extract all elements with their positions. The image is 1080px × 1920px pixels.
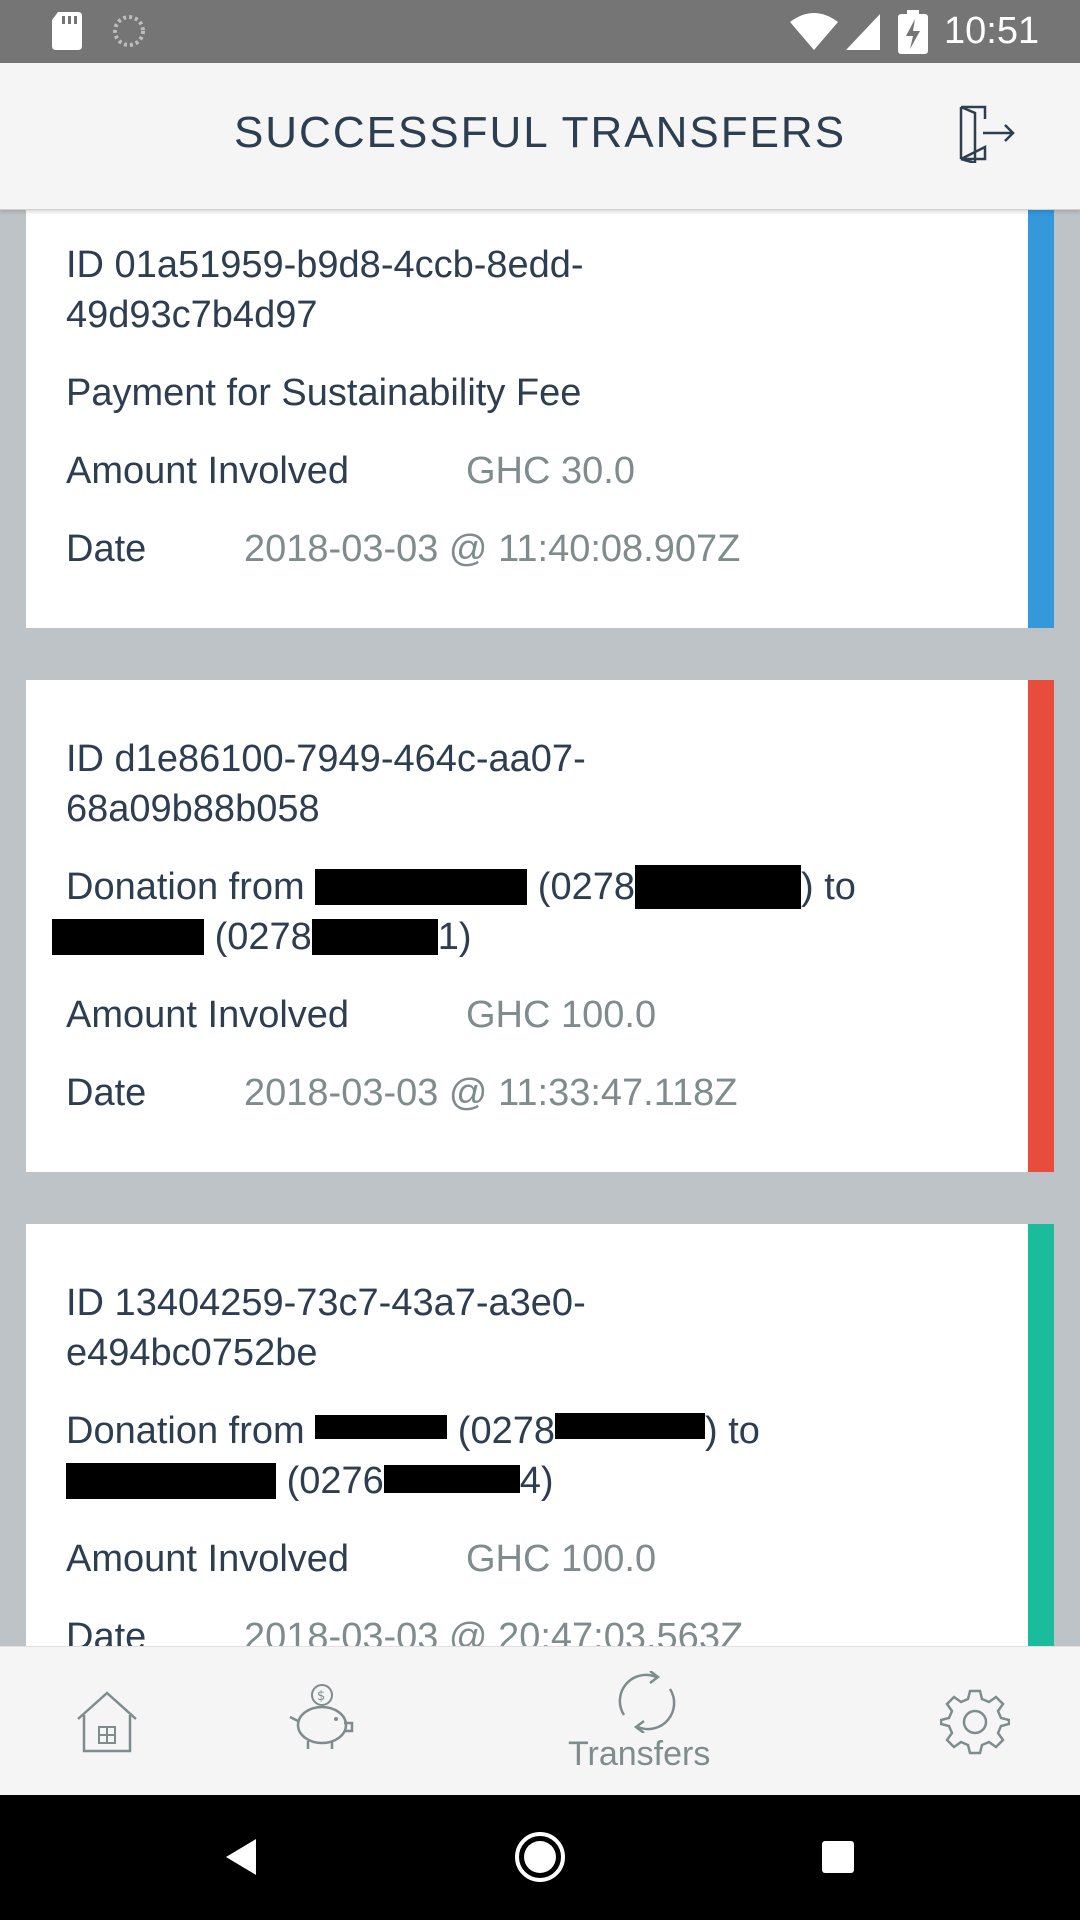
status-bar: 10:51 [0, 0, 1080, 63]
nav-item-transfers[interactable]: Transfers [530, 1647, 762, 1795]
svg-text:$: $ [317, 1689, 325, 1704]
amount-label: Amount Involved [66, 450, 350, 492]
recents-icon[interactable] [820, 1839, 856, 1875]
home-icon [77, 1691, 137, 1753]
card-stripe [1028, 680, 1054, 1172]
nav-label-transfers: Transfers [568, 1735, 711, 1773]
amount-row: Amount Involved GHC 100.0 [66, 1534, 656, 1584]
transfer-description: Donation from (0278) to (0276 4) [66, 1410, 760, 1502]
redacted-recipient [52, 919, 204, 955]
card-stripe [1028, 1224, 1054, 1646]
nav-item-settings[interactable] [868, 1647, 1080, 1795]
back-icon[interactable] [222, 1837, 262, 1877]
home-circle-icon[interactable] [514, 1831, 566, 1883]
signal-icon [846, 14, 880, 50]
transfer-description: Payment for Sustainability Fee [66, 372, 582, 414]
redacted-phone [555, 1413, 705, 1439]
date-row: Date 2018-03-03 @ 20:47:03.563Z [66, 1612, 743, 1646]
date-value: 2018-03-03 @ 11:33:47.118Z [244, 1072, 738, 1114]
sd-card-icon [52, 12, 82, 50]
transfer-card[interactable]: ID 13404259-73c7-43a7-a3e0- e494bc0752be… [26, 1224, 1054, 1646]
redacted-sender [315, 869, 528, 905]
system-nav-bar [0, 1794, 1080, 1920]
redacted-phone [635, 865, 801, 909]
amount-value: GHC 100.0 [466, 1538, 657, 1580]
transfers-icon [618, 1671, 676, 1733]
redacted-sender [315, 1415, 448, 1439]
amount-row: Amount Involved GHC 100.0 [66, 990, 656, 1040]
date-row: Date 2018-03-03 @ 11:40:08.907Z [66, 524, 740, 574]
date-label: Date [66, 528, 147, 570]
transfer-id: ID d1e86100-7949-464c-aa07- 68a09b88b058 [66, 738, 586, 830]
amount-value: GHC 100.0 [466, 994, 657, 1036]
sync-icon [113, 15, 145, 47]
redacted-phone [311, 919, 438, 955]
card-stripe [1028, 210, 1054, 628]
transfer-description: Donation from (0278) to (0278 1) [52, 862, 1012, 962]
app-header: SUCCESSFUL TRANSFERS [0, 63, 1080, 210]
nav-item-savings[interactable]: $ [212, 1647, 424, 1795]
date-row: Date 2018-03-03 @ 11:33:47.118Z [66, 1068, 738, 1118]
amount-label: Amount Involved [66, 1538, 350, 1580]
amount-row: Amount Involved GHC 30.0 [66, 446, 635, 496]
bottom-nav: $ Transfers [0, 1646, 1080, 1795]
transfer-id: ID 01a51959-b9d8-4ccb-8edd- 49d93c7b4d97 [66, 244, 584, 336]
status-time: 10:51 [944, 10, 1040, 52]
date-label: Date [66, 1072, 147, 1114]
settings-icon [940, 1689, 1010, 1755]
wifi-icon [790, 13, 838, 50]
date-value: 2018-03-03 @ 20:47:03.563Z [244, 1616, 744, 1646]
redacted-recipient [66, 1463, 276, 1499]
date-label: Date [66, 1616, 147, 1646]
nav-item-home[interactable] [0, 1647, 212, 1795]
page-title: SUCCESSFUL TRANSFERS [233, 108, 847, 157]
amount-value: GHC 30.0 [466, 450, 635, 492]
date-value: 2018-03-03 @ 11:40:08.907Z [244, 528, 741, 570]
transfers-list[interactable]: ID 01a51959-b9d8-4ccb-8edd- 49d93c7b4d97… [0, 210, 1080, 1646]
battery-charging-icon [898, 10, 928, 54]
transfer-id: ID 13404259-73c7-43a7-a3e0- e494bc0752be [66, 1282, 586, 1374]
redacted-phone [383, 1465, 520, 1493]
logout-icon[interactable] [955, 103, 1015, 163]
amount-label: Amount Involved [66, 994, 350, 1036]
transfer-card[interactable]: ID 01a51959-b9d8-4ccb-8edd- 49d93c7b4d97… [26, 210, 1054, 628]
piggy-bank-icon: $ [289, 1684, 354, 1749]
transfer-card[interactable]: ID d1e86100-7949-464c-aa07- 68a09b88b058… [26, 680, 1054, 1172]
